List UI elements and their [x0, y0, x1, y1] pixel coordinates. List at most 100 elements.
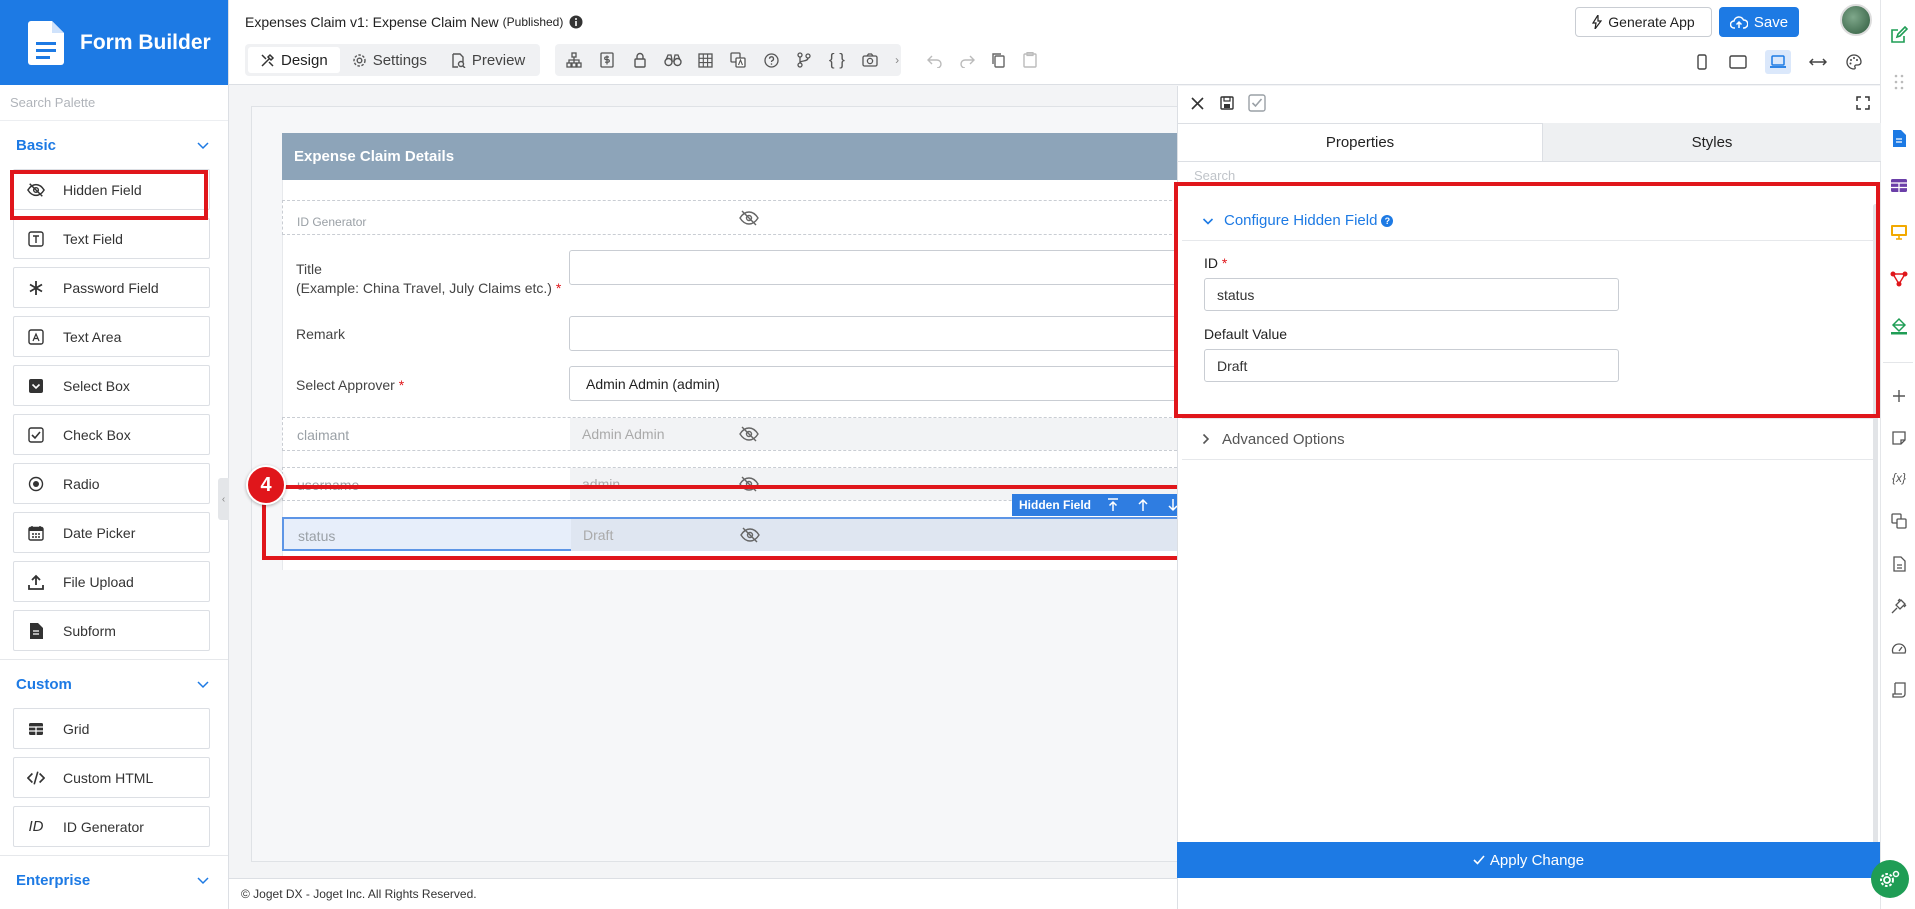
palette-item-radio[interactable]: Radio: [13, 463, 210, 504]
field-label: ID Generator: [297, 215, 367, 229]
select-box-icon: [27, 377, 45, 395]
form-row-id-generator[interactable]: ID Generator: [282, 200, 1182, 235]
approver-select[interactable]: Admin Admin (admin): [569, 366, 1189, 401]
generate-app-button[interactable]: Generate App: [1575, 7, 1712, 37]
datalist-icon[interactable]: [1889, 175, 1909, 195]
camera-icon[interactable]: [860, 51, 879, 70]
palette-item-date-picker[interactable]: Date Picker: [13, 512, 210, 553]
lock-icon[interactable]: [631, 51, 650, 70]
full-width-icon[interactable]: [1809, 53, 1827, 71]
advanced-options-header[interactable]: Advanced Options: [1182, 418, 1875, 460]
palette-item-text-area[interactable]: Text Area: [13, 316, 210, 357]
chevron-right-icon[interactable]: ›: [893, 51, 901, 70]
table-icon[interactable]: [696, 51, 715, 70]
settings-fab[interactable]: [1871, 860, 1909, 898]
question-icon[interactable]: [762, 51, 781, 70]
section-title: Configure Hidden Field: [1224, 212, 1378, 229]
tab-design[interactable]: Design: [248, 47, 340, 73]
move-top-icon[interactable]: [1105, 497, 1121, 513]
palette-item-custom-html[interactable]: Custom HTML: [13, 757, 210, 798]
properties-search-input[interactable]: Search: [1194, 168, 1235, 183]
variable-icon[interactable]: {x}: [1889, 468, 1909, 488]
edit-icon[interactable]: [1889, 25, 1909, 45]
translate-icon[interactable]: [1889, 511, 1909, 531]
required-mark: *: [555, 280, 562, 296]
move-up-icon[interactable]: [1135, 497, 1151, 513]
gauge-icon[interactable]: [1889, 638, 1909, 658]
paste-icon[interactable]: [1023, 52, 1039, 68]
binoculars-icon[interactable]: [663, 51, 682, 70]
properties-panel: Properties Styles Search Configure Hidde…: [1177, 86, 1881, 909]
category-basic[interactable]: Basic: [0, 121, 228, 169]
palette-item-check-box[interactable]: Check Box: [13, 414, 210, 455]
remark-input[interactable]: [569, 316, 1189, 351]
section-header[interactable]: Expense Claim Details: [282, 133, 1182, 180]
branch-icon[interactable]: [795, 51, 814, 70]
plus-icon[interactable]: [1889, 386, 1909, 406]
form-row-status[interactable]: status Draft: [282, 517, 1183, 551]
palette-item-hidden-field[interactable]: Hidden Field: [13, 169, 210, 210]
field-label: Title (Example: China Travel, July Claim…: [296, 260, 561, 298]
paint-bucket-icon[interactable]: [1889, 316, 1909, 336]
tablet-icon[interactable]: [1729, 53, 1747, 71]
copy-icon[interactable]: [991, 52, 1007, 68]
curly-braces-icon[interactable]: { }: [828, 50, 847, 70]
title-input[interactable]: [569, 250, 1189, 285]
upload-icon: [27, 573, 45, 591]
tab-styles[interactable]: Styles: [1543, 123, 1881, 161]
form-title-text: Expenses Claim v1: Expense Claim New: [245, 14, 499, 30]
palette-item-select-box[interactable]: Select Box: [13, 365, 210, 406]
palette-item-grid[interactable]: Grid: [13, 708, 210, 749]
palette-item-id-generator[interactable]: ID ID Generator: [13, 806, 210, 847]
tab-settings[interactable]: Settings: [340, 47, 439, 73]
scroll-icon[interactable]: [1889, 680, 1909, 700]
undo-icon[interactable]: [927, 52, 943, 68]
palette-search-input[interactable]: Search Palette: [0, 85, 228, 121]
checkbox-check-icon[interactable]: [1248, 94, 1266, 112]
form-row-claimant[interactable]: claimant Admin Admin: [282, 417, 1182, 451]
save-button[interactable]: Save: [1719, 7, 1799, 37]
edit-history-icons: [927, 52, 1039, 68]
note-icon[interactable]: [1889, 428, 1909, 448]
form-builder-icon[interactable]: [1889, 128, 1909, 148]
translate-icon[interactable]: [729, 51, 748, 70]
properties-scrollbar[interactable]: [1873, 204, 1878, 859]
palette-item-label: Check Box: [63, 426, 131, 443]
redo-icon[interactable]: [959, 52, 975, 68]
palette-item-file-upload[interactable]: File Upload: [13, 561, 210, 602]
palette-color-icon[interactable]: [1845, 53, 1863, 71]
collapse-palette-handle[interactable]: ‹: [218, 478, 229, 520]
tab-properties[interactable]: Properties: [1178, 123, 1543, 161]
eye-slash-icon: [27, 181, 45, 199]
design-tools-icon: [261, 53, 275, 67]
apply-change-button[interactable]: Apply Change: [1177, 842, 1880, 878]
report-icon[interactable]: [1889, 554, 1909, 574]
category-enterprise[interactable]: Enterprise: [0, 856, 228, 904]
help-icon[interactable]: ?: [1381, 214, 1394, 227]
gear-icon: [353, 53, 366, 67]
close-icon[interactable]: [1188, 94, 1206, 112]
plug-icon[interactable]: [1889, 596, 1909, 616]
palette-item-subform[interactable]: Subform: [13, 610, 210, 651]
laptop-icon[interactable]: [1765, 50, 1791, 74]
default-value-input[interactable]: Draft: [1204, 349, 1619, 382]
drag-dots-icon[interactable]: [1889, 72, 1909, 92]
tab-preview[interactable]: Preview: [439, 47, 537, 73]
category-custom[interactable]: Custom: [0, 660, 228, 708]
configure-section-header[interactable]: Configure Hidden Field ?: [1182, 201, 1875, 241]
palette-item-label: Grid: [63, 720, 90, 737]
brand-title: Form Builder: [80, 30, 211, 54]
info-icon[interactable]: [569, 15, 583, 29]
mobile-icon[interactable]: [1693, 53, 1711, 71]
expand-icon[interactable]: [1856, 96, 1872, 112]
dollar-file-icon[interactable]: [598, 51, 617, 70]
userview-icon[interactable]: [1889, 222, 1909, 242]
palette-item-password-field[interactable]: Password Field: [13, 267, 210, 308]
id-input[interactable]: status: [1204, 278, 1619, 311]
palette-item-text-field[interactable]: Text Field: [13, 218, 210, 259]
save-to-disk-icon[interactable]: [1218, 94, 1236, 112]
process-icon[interactable]: [1889, 269, 1909, 289]
field-label: Select Approver *: [296, 376, 404, 395]
avatar[interactable]: [1840, 4, 1872, 36]
sitemap-icon[interactable]: [565, 51, 584, 70]
